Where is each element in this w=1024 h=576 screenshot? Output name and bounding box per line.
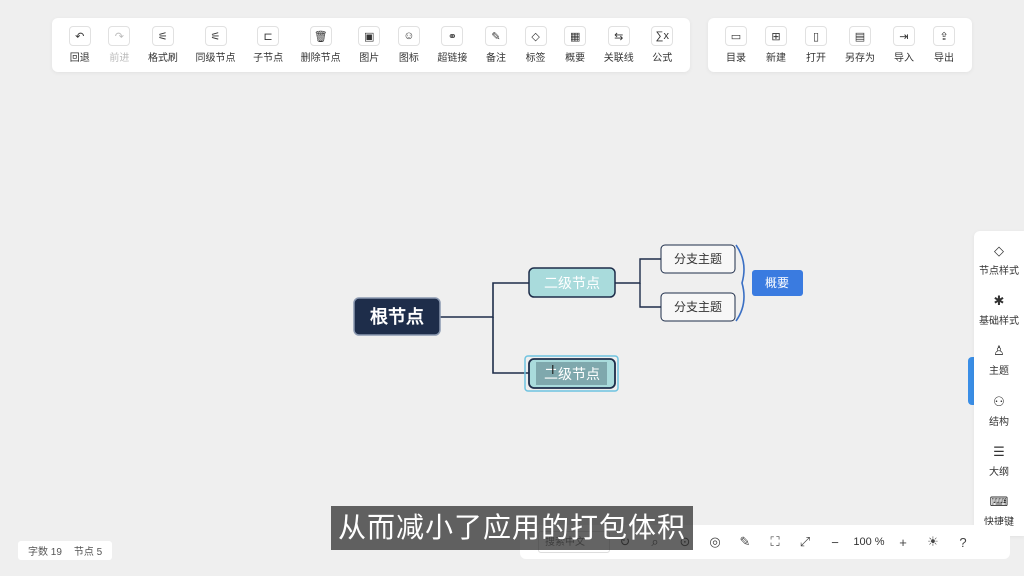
sidebar-item-label: 大纲 [989,466,1009,478]
sidebar-item-3[interactable]: ⚇ 结构 [989,386,1009,436]
sidebar-item-label: 结构 [989,416,1009,428]
help-icon[interactable]: ? [948,535,978,550]
sidebar-item-label: 节点样式 [979,266,1019,278]
keyboard-icon: ⌨ [989,493,1009,509]
branch-topic-1[interactable]: 分支主题 [660,244,736,274]
text-cursor-icon: I [551,363,555,377]
second-level-node-1[interactable]: 二级节点 [528,267,616,298]
outline-icon: ☰ [993,443,1005,459]
zoom-level: 100 % [853,536,885,548]
connector-root-second-1 [440,281,529,318]
fit-icon[interactable]: ⛶ [760,534,790,550]
branch-topic-2-label: 分支主题 [674,300,722,314]
root-node[interactable]: 根节点 [353,297,441,336]
sidebar-item-label: 基础样式 [979,316,1019,328]
sidebar-item-0[interactable]: ◇ 节点样式 [979,235,1019,285]
theme-sun-icon[interactable]: ☀ [918,534,948,550]
node-count: 节点 5 [73,547,103,558]
base-style-icon: ✱ [993,293,1005,309]
sidebar-item-label: 主题 [989,366,1009,378]
mindmap-canvas: 根节点 二级节点 二级节点 I 分支主题 分支主题 概要 [353,244,803,392]
zoom-in-icon[interactable]: + [888,535,918,550]
connector-root-second-2 [492,317,529,374]
word-count: 字数 19 [28,547,62,558]
sidebar-item-4[interactable]: ☰ 大纲 [989,436,1009,486]
summary-node-label: 概要 [765,276,789,290]
edit-icon[interactable]: ✎ [730,534,760,550]
structure-icon: ⚇ [993,393,1005,409]
root-node-label: 根节点 [370,306,424,327]
fullscreen-icon[interactable]: ⤢ [790,534,820,550]
summary-node[interactable]: 概要 [752,270,803,296]
right-sidebar: ◇ 节点样式 ✱ 基础样式 ♙ 主题 ⚇ 结构 ☰ 大纲 ⌨ 快捷键 [974,231,1024,536]
sidebar-item-1[interactable]: ✱ 基础样式 [979,285,1019,335]
connector-second-branch-2 [639,283,661,308]
zoom-out-icon[interactable]: − [820,535,850,550]
branch-topic-2[interactable]: 分支主题 [660,292,736,322]
summary-brace [735,244,745,322]
video-subtitle: 从而减小了应用的打包体积 [331,506,693,550]
status-bar: 字数 19 节点 5 [18,541,113,560]
second-level-node-2[interactable]: 二级节点 I [524,355,619,392]
branch-topic-1-label: 分支主题 [674,252,722,266]
connector-second-branch-1 [615,258,661,284]
theme-shirt-icon: ♙ [993,343,1005,359]
sidebar-item-2[interactable]: ♙ 主题 [989,335,1009,385]
compass-icon[interactable]: ◎ [700,534,730,550]
second-level-node-1-label: 二级节点 [544,275,600,291]
node-style-icon: ◇ [994,243,1004,259]
